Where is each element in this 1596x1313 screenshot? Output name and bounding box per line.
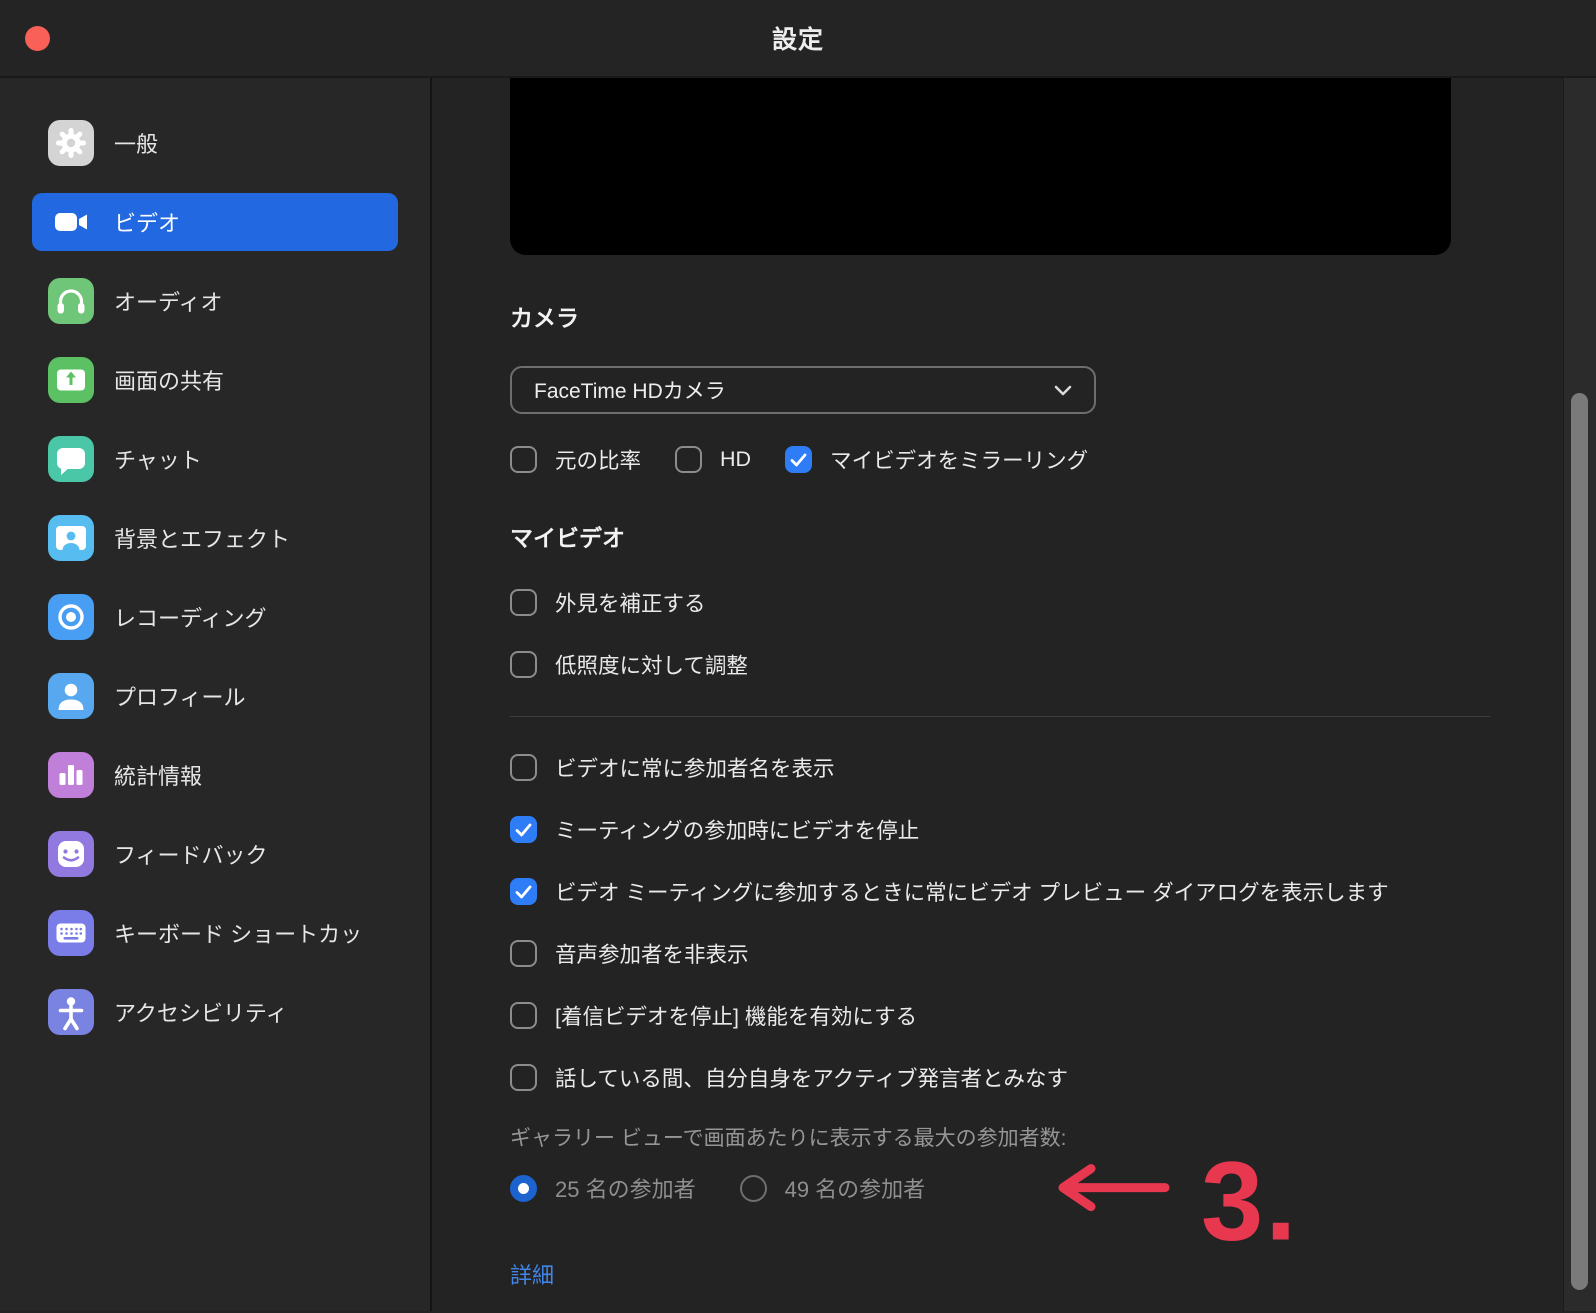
person-in-frame-icon	[48, 515, 94, 561]
chevron-down-icon	[1054, 385, 1072, 396]
sidebar-item-video[interactable]: ビデオ	[32, 193, 398, 251]
checkbox-label: [着信ビデオを停止] 機能を有効にする	[555, 1000, 917, 1031]
smiley-icon	[48, 831, 94, 877]
sidebar-item-audio[interactable]: オーディオ	[32, 272, 398, 330]
video-settings-panel: カメラ FaceTime HDカメラ 元の比率 HD マイビデオをミラーリング	[432, 78, 1596, 1311]
title-bar: 設定	[0, 0, 1596, 78]
sidebar-item-label: オーディオ	[114, 285, 222, 317]
checkbox-label: 音声参加者を非表示	[555, 938, 749, 969]
record-circle-icon	[48, 594, 94, 640]
sidebar-item-label: 統計情報	[114, 759, 202, 791]
checkbox-label: 低照度に対して調整	[555, 649, 748, 680]
sidebar-item-label: レコーディング	[114, 601, 266, 633]
step-annotation: 3.	[1053, 1138, 1298, 1239]
advanced-settings-link[interactable]: 詳細	[510, 1258, 554, 1290]
camera-device-value: FaceTime HDカメラ	[534, 375, 1054, 405]
mirror-video-checkbox[interactable]	[785, 446, 812, 473]
camera-section-heading: カメラ	[510, 299, 1596, 333]
hide-non-video-participants-checkbox[interactable]	[510, 940, 537, 967]
always-show-names-option: ビデオに常に参加者名を表示	[510, 752, 1596, 783]
sidebar-item-screen-share[interactable]: 画面の共有	[32, 351, 398, 409]
participants-49-radio[interactable]	[740, 1175, 767, 1202]
checkbox-label: 元の比率	[555, 444, 641, 475]
low-light-checkbox[interactable]	[510, 651, 537, 678]
participants-49-option: 49 名の参加者	[740, 1172, 926, 1204]
sidebar-item-background-effects[interactable]: 背景とエフェクト	[32, 509, 398, 567]
sidebar-item-label: チャット	[114, 443, 202, 475]
participants-25-radio[interactable]	[510, 1175, 537, 1202]
hide-non-video-participants-option: 音声参加者を非表示	[510, 938, 1596, 969]
scrollbar-track[interactable]	[1563, 78, 1596, 1311]
checkbox-label: ビデオ ミーティングに参加するときに常にビデオ プレビュー ダイアログを表示しま…	[555, 876, 1389, 907]
checkbox-label: ビデオに常に参加者名を表示	[555, 752, 835, 783]
spotlight-when-speaking-option: 話している間、自分自身をアクティブ発言者とみなす	[510, 1062, 1596, 1093]
sidebar-item-label: 一般	[114, 127, 158, 159]
accessibility-icon	[48, 989, 94, 1035]
show-preview-dialog-option: ビデオ ミーティングに参加するときに常にビデオ プレビュー ダイアログを表示しま…	[510, 876, 1596, 907]
show-preview-dialog-checkbox[interactable]	[510, 878, 537, 905]
stop-incoming-video-checkbox[interactable]	[510, 1002, 537, 1029]
keyboard-icon	[48, 910, 94, 956]
stop-video-on-join-option: ミーティングの参加時にビデオを停止	[510, 814, 1596, 845]
checkbox-label: 話している間、自分自身をアクティブ発言者とみなす	[555, 1062, 1068, 1093]
hd-option: HD	[675, 446, 751, 473]
video-camera-icon	[48, 199, 94, 245]
step-number: 3.	[1201, 1152, 1298, 1253]
touch-up-appearance-checkbox[interactable]	[510, 589, 537, 616]
sidebar-item-label: フィードバック	[114, 838, 268, 870]
original-ratio-checkbox[interactable]	[510, 446, 537, 473]
stop-video-on-join-checkbox[interactable]	[510, 816, 537, 843]
sidebar-item-statistics[interactable]: 統計情報	[32, 746, 398, 804]
section-divider	[510, 716, 1490, 717]
settings-window: 設定 一般 ビデオ オーディオ	[0, 0, 1596, 1313]
video-preview	[510, 78, 1451, 255]
sidebar-item-general[interactable]: 一般	[32, 114, 398, 172]
checkbox-label: HD	[720, 447, 751, 472]
low-light-option: 低照度に対して調整	[510, 649, 1596, 680]
spotlight-when-speaking-checkbox[interactable]	[510, 1064, 537, 1091]
sidebar-item-keyboard-shortcuts[interactable]: キーボード ショートカッ	[32, 904, 398, 962]
sidebar-item-feedback[interactable]: フィードバック	[32, 825, 398, 883]
sidebar-item-label: キーボード ショートカッ	[114, 917, 362, 949]
chat-bubble-icon	[48, 436, 94, 482]
sidebar-item-label: 画面の共有	[114, 364, 224, 396]
sidebar-item-accessibility[interactable]: アクセシビリティ	[32, 983, 398, 1041]
stop-incoming-video-option: [着信ビデオを停止] 機能を有効にする	[510, 1000, 1596, 1031]
sidebar-item-label: プロフィール	[114, 680, 246, 712]
myvideo-section-heading: マイビデオ	[510, 519, 1596, 553]
window-title: 設定	[772, 20, 824, 56]
sidebar-item-label: アクセシビリティ	[114, 996, 288, 1028]
checkbox-label: ミーティングの参加時にビデオを停止	[555, 814, 919, 845]
gear-icon	[48, 120, 94, 166]
original-ratio-option: 元の比率	[510, 444, 641, 475]
sidebar-item-recording[interactable]: レコーディング	[32, 588, 398, 646]
hd-checkbox[interactable]	[675, 446, 702, 473]
person-icon	[48, 673, 94, 719]
radio-label: 49 名の参加者	[785, 1172, 926, 1204]
sidebar-item-chat[interactable]: チャット	[32, 430, 398, 488]
checkbox-label: マイビデオをミラーリング	[830, 444, 1088, 475]
radio-label: 25 名の参加者	[555, 1172, 696, 1204]
gallery-view-options: 25 名の参加者 49 名の参加者 3.	[510, 1174, 1596, 1202]
bar-chart-icon	[48, 752, 94, 798]
touch-up-appearance-option: 外見を補正する	[510, 587, 1596, 618]
settings-sidebar: 一般 ビデオ オーディオ 画面の共有	[0, 78, 432, 1311]
scrollbar-thumb[interactable]	[1571, 393, 1588, 1290]
participants-25-option: 25 名の参加者	[510, 1172, 696, 1204]
sidebar-item-label: 背景とエフェクト	[114, 522, 290, 554]
sidebar-item-label: ビデオ	[114, 206, 180, 238]
headphones-icon	[48, 278, 94, 324]
camera-device-dropdown[interactable]: FaceTime HDカメラ	[510, 366, 1096, 414]
sidebar-item-profile[interactable]: プロフィール	[32, 667, 398, 725]
left-arrow-icon	[1053, 1159, 1171, 1217]
screen-share-icon	[48, 357, 94, 403]
always-show-names-checkbox[interactable]	[510, 754, 537, 781]
close-button[interactable]	[25, 26, 50, 51]
mirror-video-option: マイビデオをミラーリング	[785, 444, 1088, 475]
checkbox-label: 外見を補正する	[555, 587, 706, 618]
gallery-view-max-label: ギャラリー ビューで画面あたりに表示する最大の参加者数:	[510, 1122, 1596, 1152]
